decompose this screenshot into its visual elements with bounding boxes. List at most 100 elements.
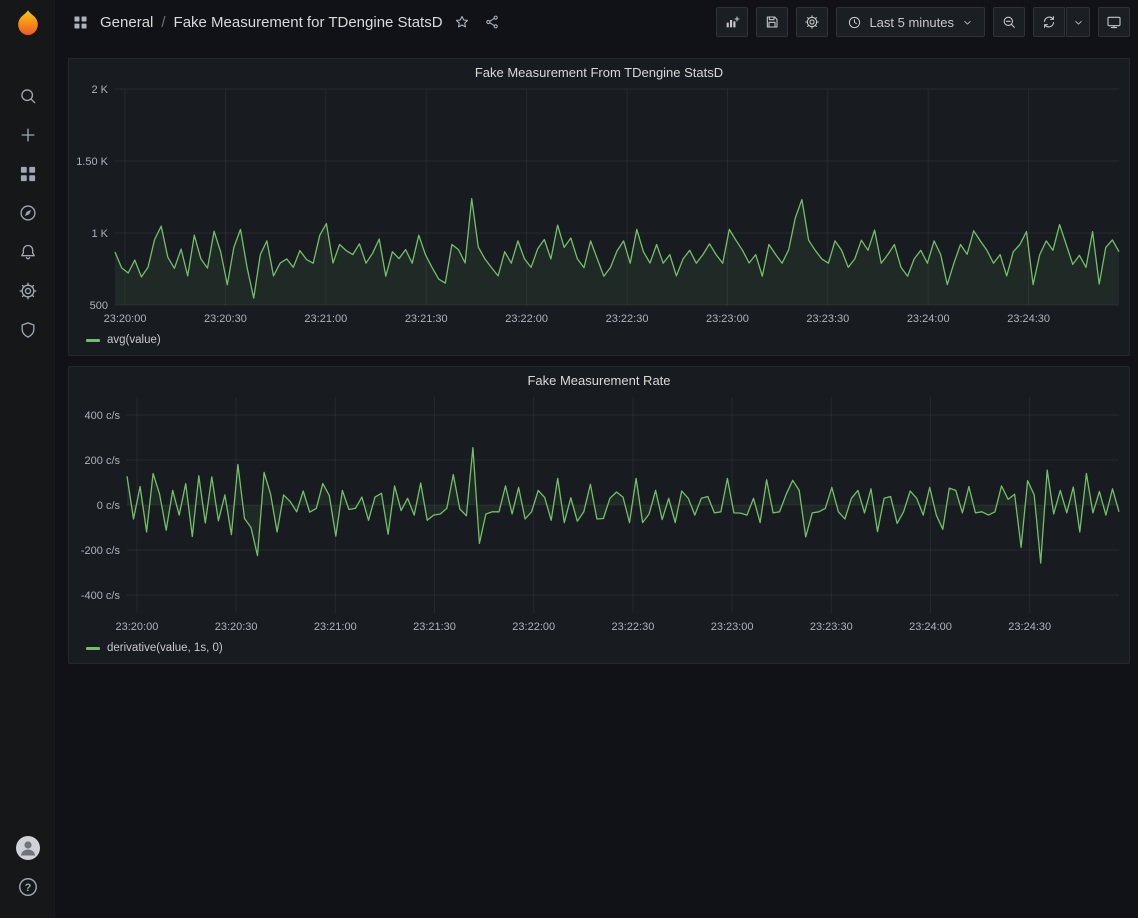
y-tick-label: 500 xyxy=(90,300,108,312)
refresh-interval-dropdown[interactable] xyxy=(1066,7,1090,37)
panel-fake-measurement: Fake Measurement From TDengine StatsD 2 … xyxy=(68,58,1130,356)
y-tick-label: 2 K xyxy=(91,85,108,96)
svg-text:?: ? xyxy=(24,882,31,894)
help-icon: ? xyxy=(17,876,39,898)
dashboards-grid-icon xyxy=(18,164,38,184)
sidebar-nav xyxy=(6,76,50,349)
panel-title: Fake Measurement From TDengine StatsD xyxy=(475,65,723,80)
cycle-view-mode-button[interactable] xyxy=(1098,7,1130,37)
panel-fake-measurement-rate: Fake Measurement Rate 400 c/s200 c/s0 c/… xyxy=(68,366,1130,664)
sidebar-dashboards-button[interactable] xyxy=(6,154,50,193)
clock-icon xyxy=(847,15,862,30)
x-tick-label: 23:20:30 xyxy=(215,621,258,633)
sidebar-search-button[interactable] xyxy=(6,76,50,115)
save-icon xyxy=(764,14,780,30)
x-tick-label: 23:24:00 xyxy=(907,313,950,325)
x-tick-label: 23:20:30 xyxy=(204,313,247,325)
y-tick-label: 0 c/s xyxy=(97,500,121,512)
panel-header[interactable]: Fake Measurement Rate xyxy=(69,367,1129,393)
dashboard-grid-button[interactable] xyxy=(69,11,92,34)
help-button[interactable]: ? xyxy=(6,876,50,898)
share-dashboard-button[interactable] xyxy=(481,11,503,33)
explore-compass-icon xyxy=(18,203,38,223)
save-dashboard-button[interactable] xyxy=(756,7,788,37)
sidebar-create-button[interactable] xyxy=(6,115,50,154)
panel-title: Fake Measurement Rate xyxy=(527,373,670,388)
grafana-app: ? General / Fake Measurement for TDengin… xyxy=(0,0,1138,918)
x-tick-label: 23:23:00 xyxy=(706,313,749,325)
chart-svg: 2 K 1.50 K 1 K 50023:20:00 23:20:30 23:21:00 2… xyxy=(69,85,1129,331)
zoom-out-button[interactable] xyxy=(993,7,1025,37)
star-dashboard-button[interactable] xyxy=(451,11,473,33)
x-tick-label: 23:24:30 xyxy=(1008,621,1051,633)
legend-color-swatch xyxy=(86,647,100,650)
user-profile-button[interactable] xyxy=(6,835,50,861)
y-tick-label: 400 c/s xyxy=(85,410,121,422)
sidebar-server-admin-button[interactable] xyxy=(6,310,50,349)
x-tick-label: 23:20:00 xyxy=(104,313,147,325)
star-icon xyxy=(454,14,470,30)
breadcrumb-folder[interactable]: General xyxy=(100,14,153,31)
refresh-dashboard-button[interactable] xyxy=(1033,7,1065,37)
legend-color-swatch xyxy=(86,339,100,342)
sidebar-configuration-button[interactable] xyxy=(6,271,50,310)
zoom-out-icon xyxy=(1001,14,1017,30)
breadcrumb-dashboard-title[interactable]: Fake Measurement for TDengine StatsD xyxy=(174,14,443,31)
navbar-right: Last 5 minutes xyxy=(716,7,1130,37)
main-area: General / Fake Measurement for TDengine … xyxy=(55,0,1138,918)
x-tick-label: 23:21:00 xyxy=(304,313,347,325)
sidebar: ? xyxy=(0,0,55,918)
grafana-logo[interactable] xyxy=(13,7,43,39)
x-tick-label: 23:21:30 xyxy=(413,621,456,633)
configuration-gear-icon xyxy=(18,281,38,301)
sidebar-alerting-button[interactable] xyxy=(6,232,50,271)
add-panel-icon xyxy=(724,14,740,30)
refresh-icon xyxy=(1041,14,1057,30)
grafana-flame-icon xyxy=(13,8,43,38)
share-icon xyxy=(484,14,500,30)
server-admin-shield-icon xyxy=(18,320,38,340)
navbar-left: General / Fake Measurement for TDengine … xyxy=(69,11,503,34)
tv-view-icon xyxy=(1106,14,1122,30)
x-tick-label: 23:23:30 xyxy=(806,313,849,325)
search-icon xyxy=(18,86,38,106)
x-tick-label: 23:24:30 xyxy=(1007,313,1050,325)
x-tick-label: 23:23:30 xyxy=(810,621,853,633)
x-tick-label: 23:23:00 xyxy=(711,621,754,633)
x-tick-label: 23:22:00 xyxy=(505,313,548,325)
y-tick-label: -200 c/s xyxy=(81,545,121,557)
y-tick-label: -400 c/s xyxy=(81,590,121,602)
navbar: General / Fake Measurement for TDengine … xyxy=(55,0,1138,44)
panel-header[interactable]: Fake Measurement From TDengine StatsD xyxy=(69,59,1129,85)
dashboard-grid: Fake Measurement From TDengine StatsD 2 … xyxy=(55,44,1138,918)
chevron-down-icon xyxy=(961,16,974,29)
y-tick-label: 1.50 K xyxy=(76,156,108,168)
time-range-picker[interactable]: Last 5 minutes xyxy=(836,7,985,37)
y-tick-label: 1 K xyxy=(91,228,108,240)
plus-icon xyxy=(18,125,38,145)
chart-svg: 400 c/s200 c/s0 c/s-200 c/s-400 c/s23:20… xyxy=(69,393,1129,639)
x-tick-label: 23:22:30 xyxy=(612,621,655,633)
x-tick-label: 23:24:00 xyxy=(909,621,952,633)
user-avatar xyxy=(15,835,41,861)
timeseries-chart[interactable]: 2 K 1.50 K 1 K 50023:20:00 23:20:30 23:21:00 2… xyxy=(69,85,1129,331)
legend-series-label[interactable]: avg(value) xyxy=(107,334,161,346)
add-panel-button[interactable] xyxy=(716,7,748,37)
sidebar-explore-button[interactable] xyxy=(6,193,50,232)
x-tick-label: 23:20:00 xyxy=(116,621,159,633)
breadcrumb: General / Fake Measurement for TDengine … xyxy=(100,14,443,31)
x-tick-label: 23:22:00 xyxy=(512,621,555,633)
x-tick-label: 23:22:30 xyxy=(606,313,649,325)
dashboard-settings-button[interactable] xyxy=(796,7,828,37)
gear-icon xyxy=(804,14,820,30)
x-tick-label: 23:21:30 xyxy=(405,313,448,325)
legend: derivative(value, 1s, 0) xyxy=(69,639,1129,663)
legend-series-label[interactable]: derivative(value, 1s, 0) xyxy=(107,642,223,654)
timeseries-chart[interactable]: 400 c/s200 c/s0 c/s-200 c/s-400 c/s23:20… xyxy=(69,393,1129,639)
breadcrumb-separator: / xyxy=(161,14,165,31)
sidebar-bottom: ? xyxy=(6,835,50,898)
x-tick-label: 23:21:00 xyxy=(314,621,357,633)
refresh-button-group xyxy=(1033,7,1090,37)
time-range-label: Last 5 minutes xyxy=(869,15,954,30)
chevron-down-icon xyxy=(1072,16,1085,29)
